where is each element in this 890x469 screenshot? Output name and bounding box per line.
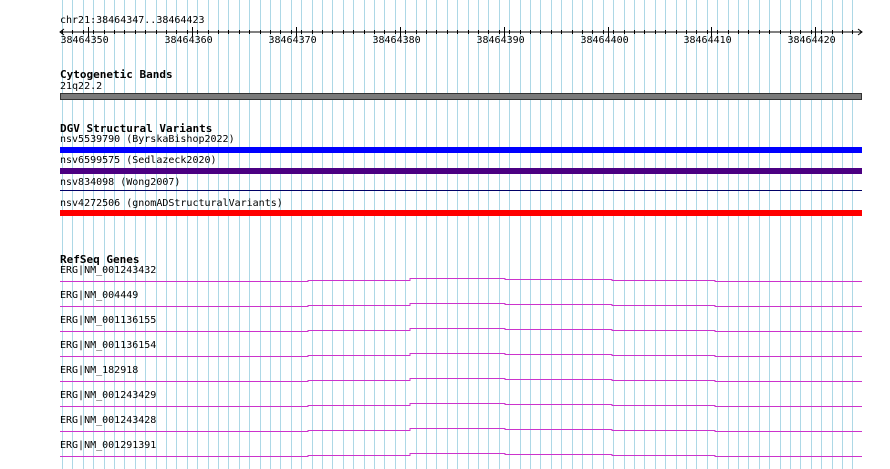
refseq-transcript-label[interactable]: ERG|NM_182918	[60, 365, 138, 377]
refseq-transcript-label[interactable]: ERG|NM_001243432	[60, 265, 156, 277]
dgv-feature-bar[interactable]	[60, 190, 862, 191]
refseq-transcript-label[interactable]: ERG|NM_001243428	[60, 415, 156, 427]
ruler-tick-label: 38464360	[164, 35, 213, 46]
refseq-transcript-label[interactable]: ERG|NM_001136155	[60, 315, 156, 327]
ruler-tick-label: 38464380	[372, 35, 421, 46]
ruler-tick-label: 38464420	[787, 35, 836, 46]
refseq-transcript-line[interactable]	[60, 328, 862, 332]
ruler-tick-label: 38464390	[476, 35, 525, 46]
refseq-transcript-line[interactable]	[60, 278, 862, 282]
dgv-feature-bar[interactable]	[60, 210, 862, 216]
refseq-transcript-line[interactable]	[60, 403, 862, 407]
ruler-location: chr21:38464347..38464423	[60, 15, 205, 26]
dgv-feature-label[interactable]: nsv6599575 (Sedlazeck2020)	[60, 155, 217, 167]
dgv-feature-label[interactable]: nsv834098 (Wong2007)	[60, 177, 180, 189]
ruler-tick-label: 38464410	[683, 35, 732, 46]
refseq-transcript-label[interactable]: ERG|NM_001136154	[60, 340, 156, 352]
cytoband-label: 21q22.2	[60, 81, 103, 92]
refseq-transcript-line[interactable]	[60, 378, 862, 382]
refseq-transcript-line[interactable]	[60, 353, 862, 357]
dgv-feature-label[interactable]: nsv4272506 (gnomADStructuralVariants)	[60, 198, 283, 210]
refseq-transcript-label[interactable]: ERG|NM_001291391	[60, 440, 156, 452]
grid-lines	[62, 0, 853, 469]
track-graphics	[60, 278, 862, 457]
refseq-transcript-label[interactable]: ERG|NM_001243429	[60, 390, 156, 402]
ruler-tick-label: 38464400	[580, 35, 629, 46]
cytoband-bar[interactable]	[60, 93, 862, 100]
dgv-feature-bar[interactable]	[60, 147, 862, 153]
refseq-transcript-line[interactable]	[60, 453, 862, 457]
ruler-tick-label: 38464370	[268, 35, 317, 46]
refseq-transcript-label[interactable]: ERG|NM_004449	[60, 290, 138, 302]
track-title-cytoband[interactable]: Cytogenetic Bands	[60, 68, 173, 81]
refseq-transcript-line[interactable]	[60, 428, 862, 432]
dgv-feature-bar[interactable]	[60, 168, 862, 174]
dgv-feature-label[interactable]: nsv5539790 (ByrskaBishop2022)	[60, 134, 235, 146]
ruler-tick-label: 38464350	[60, 35, 109, 46]
refseq-transcript-line[interactable]	[60, 303, 862, 307]
